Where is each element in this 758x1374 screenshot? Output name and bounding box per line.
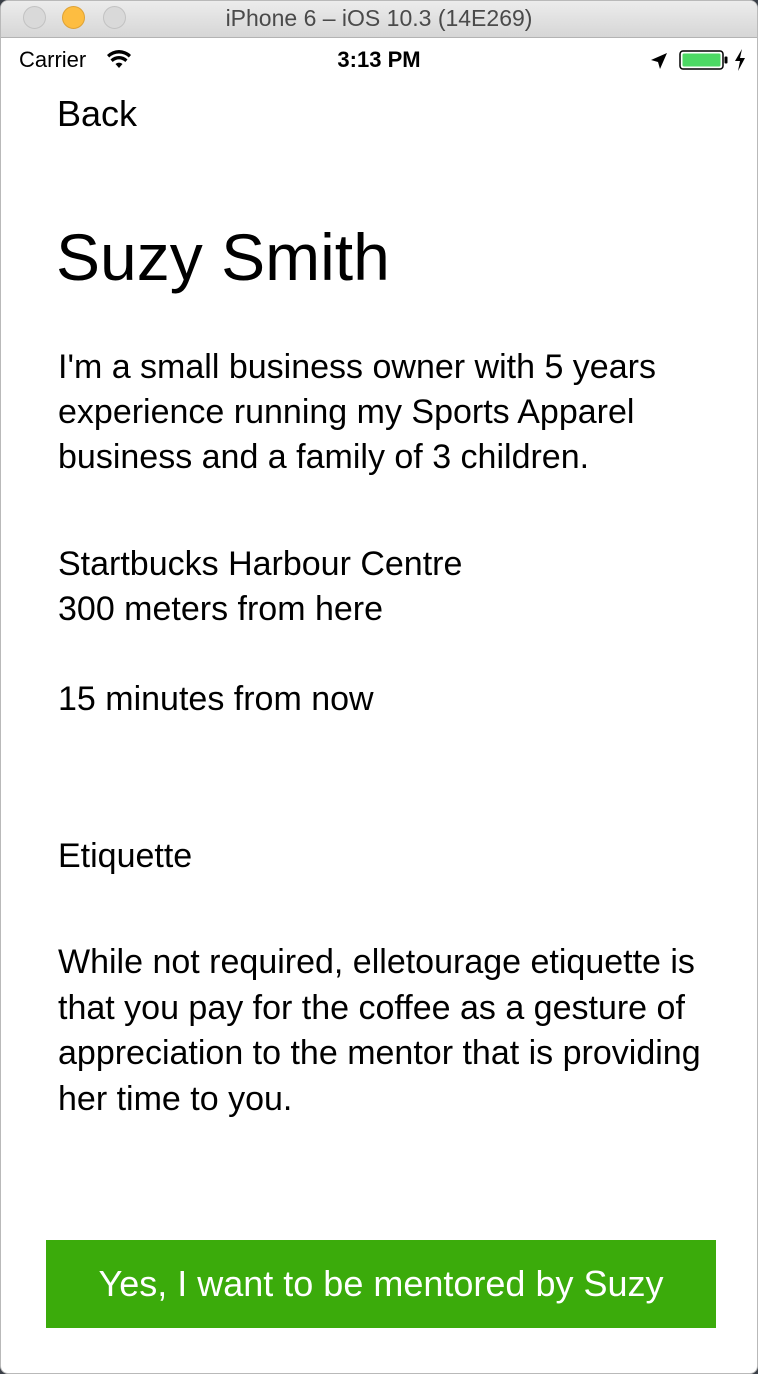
ios-status-bar: Carrier 3:13 PM: [1, 38, 757, 82]
mentor-bio: I'm a small business owner with 5 years …: [58, 348, 656, 476]
charging-bolt-icon: [735, 49, 745, 71]
location-distance: 300 meters from here: [58, 590, 384, 628]
etiquette-text: While not required, elletourage etiquett…: [58, 943, 701, 1118]
window-title: iPhone 6 – iOS 10.3 (14E269): [225, 5, 533, 31]
back-button[interactable]: Back: [57, 93, 137, 135]
meeting-time: 15 minutes from now: [58, 680, 374, 718]
window-titlebar: iPhone 6 – iOS 10.3 (14E269): [1, 1, 757, 38]
location-name: Startbucks Harbour Centre: [58, 545, 463, 583]
mentor-name: Suzy Smith: [56, 220, 390, 294]
battery-icon: [679, 50, 728, 70]
meeting-location: Startbucks Harbour Centre 300 meters fro…: [58, 542, 462, 632]
simulator-window: iPhone 6 – iOS 10.3 (14E269) Carrier 3:1…: [0, 0, 758, 1374]
etiquette-heading: Etiquette: [58, 837, 193, 875]
status-time: 3:13 PM: [337, 47, 421, 72]
location-arrow-icon: [651, 53, 667, 69]
request-mentor-button[interactable]: Yes, I want to be mentored by Suzy: [46, 1240, 716, 1328]
